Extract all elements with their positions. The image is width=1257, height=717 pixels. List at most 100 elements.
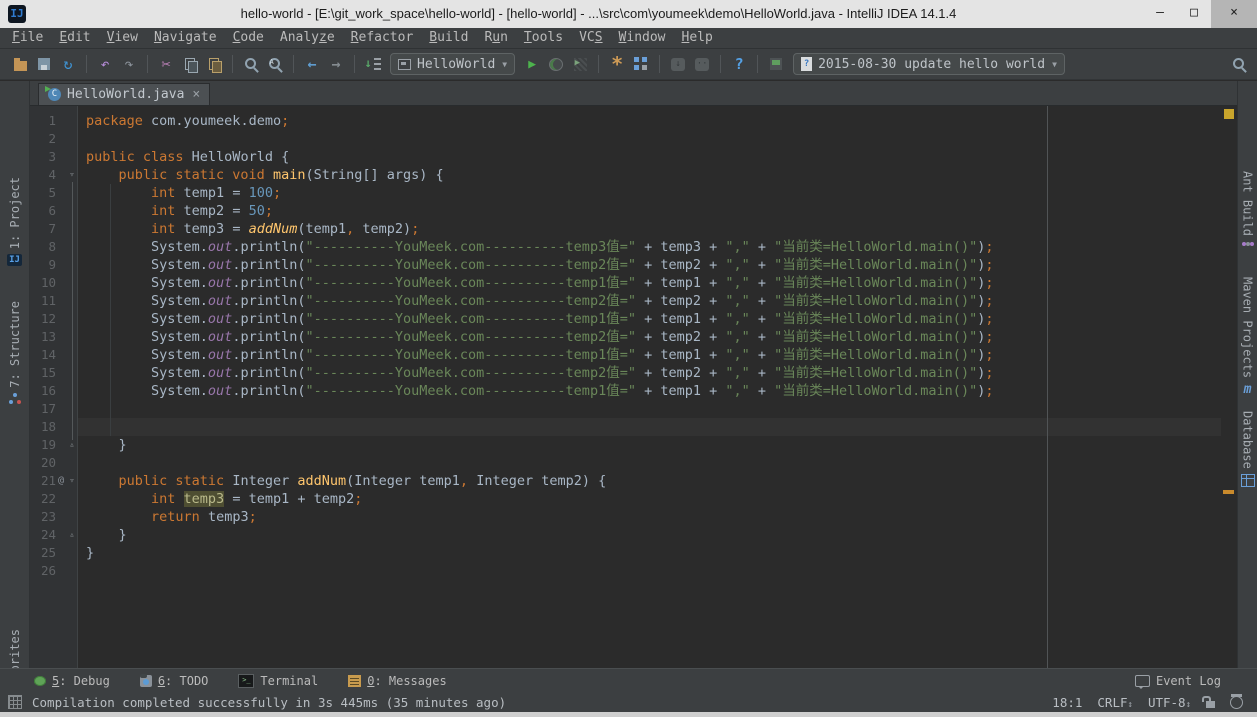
tool-window-label: 5: Debug xyxy=(52,674,110,688)
plugin-icon: ↓ xyxy=(671,58,685,71)
menu-help[interactable]: Help xyxy=(674,28,721,48)
database-icon xyxy=(1241,474,1255,487)
lock-icon[interactable] xyxy=(1206,701,1215,708)
gutter-line-25: 25 xyxy=(30,544,78,562)
copy-button[interactable] xyxy=(178,52,202,76)
menu-refactor[interactable]: Refactor xyxy=(343,28,422,48)
vcs-changelist-select[interactable]: ? 2015-08-30 update hello world ▼ xyxy=(793,53,1065,75)
gutter-line-2: 2 xyxy=(30,130,78,148)
menu-window[interactable]: Window xyxy=(611,28,674,48)
commit-icon xyxy=(770,58,782,70)
menu-file[interactable]: File xyxy=(4,28,51,48)
caret-position-widget[interactable]: 18:1 xyxy=(1052,695,1082,710)
coverage-button[interactable] xyxy=(568,52,592,76)
debug-button[interactable] xyxy=(544,52,568,76)
tool-window-label: 1: Project xyxy=(8,177,22,249)
synchronize-button[interactable]: ↻ xyxy=(56,52,80,76)
tool-window-button-database[interactable]: Database xyxy=(1238,411,1257,487)
paste-icon xyxy=(209,58,219,70)
menu-navigate[interactable]: Navigate xyxy=(146,28,225,48)
menu-analyze[interactable]: Analyze xyxy=(272,28,343,48)
tool-window-label: Terminal xyxy=(260,674,318,688)
tool-window-button-maven[interactable]: Maven Projectsm xyxy=(1238,277,1257,396)
java-class-icon: C xyxy=(48,88,61,101)
fold-end-icon[interactable]: ▵ xyxy=(66,436,78,454)
search-everywhere-button[interactable] xyxy=(1227,52,1251,76)
paste-button[interactable] xyxy=(202,52,226,76)
menu-code[interactable]: Code xyxy=(225,28,272,48)
updown-icon: ↕ xyxy=(1128,700,1133,710)
tool-window-button-messages[interactable]: 0: Messages xyxy=(348,674,446,688)
toolbar-separator xyxy=(659,55,660,73)
close-tab-icon[interactable]: × xyxy=(192,87,200,102)
find-button[interactable] xyxy=(239,52,263,76)
menu-build[interactable]: Build xyxy=(421,28,476,48)
minimize-button[interactable]: — xyxy=(1143,0,1177,28)
left-tool-window-bar: 1: ProjectIJ7: Structure2: Favorites★ xyxy=(0,81,30,668)
debug-bug-icon xyxy=(34,676,46,686)
code-line-25: } xyxy=(86,544,94,562)
gutter-line-16: 16 xyxy=(30,382,78,400)
tool-window-button-terminal[interactable]: >_Terminal xyxy=(238,674,318,688)
code-line-6: int temp2 = 50; xyxy=(86,202,273,220)
event-log-button[interactable]: Event Log xyxy=(1135,674,1221,688)
settings-button[interactable]: * xyxy=(605,52,629,76)
navigate-forward-button[interactable]: → xyxy=(324,52,348,76)
cut-icon: ✂ xyxy=(161,56,170,72)
code-line-8: System.out.println("----------YouMeek.co… xyxy=(86,238,993,256)
fold-collapse-icon[interactable]: ▿ xyxy=(66,166,78,184)
tool-window-button-debug[interactable]: 5: Debug xyxy=(34,674,110,688)
line-separator-widget[interactable]: CRLF↕ xyxy=(1097,695,1133,710)
maximize-button[interactable]: □ xyxy=(1177,0,1211,28)
tool-window-button-project[interactable]: 1: ProjectIJ xyxy=(0,177,29,266)
undo-button[interactable]: ↶ xyxy=(93,52,117,76)
help-button[interactable]: ? xyxy=(727,52,751,76)
tool-window-button-ant[interactable]: Ant Build xyxy=(1238,171,1257,247)
tool-window-button-structure[interactable]: 7: Structure xyxy=(0,301,29,405)
menu-edit[interactable]: Edit xyxy=(51,28,98,48)
line-numbers-icon: ↓ xyxy=(366,57,381,71)
encoding-widget[interactable]: UTF-8↕ xyxy=(1148,695,1191,710)
fold-collapse-icon[interactable]: ▿ xyxy=(66,472,78,490)
menu-run[interactable]: Run xyxy=(476,28,515,48)
fold-end-icon[interactable]: ▵ xyxy=(66,526,78,544)
run-icon: ▶ xyxy=(528,57,536,72)
menu-tools[interactable]: Tools xyxy=(516,28,571,48)
tool-window-toggle-icon[interactable] xyxy=(8,695,22,709)
run-configuration-select[interactable]: HelloWorld ▼ xyxy=(390,53,515,75)
menu-view[interactable]: View xyxy=(99,28,146,48)
debug-icon xyxy=(549,58,563,71)
code-line-22: int temp3 = temp1 + temp2; xyxy=(86,490,362,508)
close-button[interactable]: × xyxy=(1211,0,1257,28)
caret-line-highlight xyxy=(78,418,1221,436)
cut-button[interactable]: ✂ xyxy=(154,52,178,76)
line-endings-button[interactable]: ↓ xyxy=(361,52,385,76)
status-message: Compilation completed successfully in 3s… xyxy=(32,695,506,710)
android-button[interactable]: ·· xyxy=(690,52,714,76)
code-line-23: return temp3; xyxy=(86,508,257,526)
project-structure-button[interactable] xyxy=(629,52,653,76)
tool-window-button-todo[interactable]: 6: TODO xyxy=(140,674,209,688)
navigate-back-button[interactable]: ← xyxy=(300,52,324,76)
code-area[interactable]: package com.youmeek.demo;public class He… xyxy=(78,106,1221,668)
run-button[interactable]: ▶ xyxy=(520,52,544,76)
toolbar-separator xyxy=(232,55,233,73)
warning-stripe-mark[interactable] xyxy=(1223,490,1234,494)
save-all-button[interactable] xyxy=(32,52,56,76)
replace-button[interactable]: A xyxy=(263,52,287,76)
toolbar-separator xyxy=(147,55,148,73)
open-button[interactable] xyxy=(8,52,32,76)
analysis-status-indicator[interactable] xyxy=(1224,109,1234,119)
redo-button[interactable]: ↷ xyxy=(117,52,141,76)
main-toolbar: ↻ ↶ ↷ ✂ A ← → ↓ HelloWorld ▼ ▶ * ↓ ·· ? xyxy=(0,49,1257,80)
tab-helloworld-java[interactable]: C HelloWorld.java × xyxy=(38,83,210,105)
editor-gutter: 1234▿5678910111213141516171819▵2021@▿222… xyxy=(30,106,78,668)
error-stripe[interactable] xyxy=(1221,106,1237,668)
chevron-down-icon: ▼ xyxy=(1052,60,1057,69)
menu-vcs[interactable]: VCS xyxy=(571,28,610,48)
gutter-line-24: 24▵ xyxy=(30,526,78,544)
code-line-13: System.out.println("----------YouMeek.co… xyxy=(86,328,993,346)
commit-changes-button[interactable] xyxy=(764,52,788,76)
install-plugin-button[interactable]: ↓ xyxy=(666,52,690,76)
inspection-profile-icon[interactable] xyxy=(1230,696,1243,709)
